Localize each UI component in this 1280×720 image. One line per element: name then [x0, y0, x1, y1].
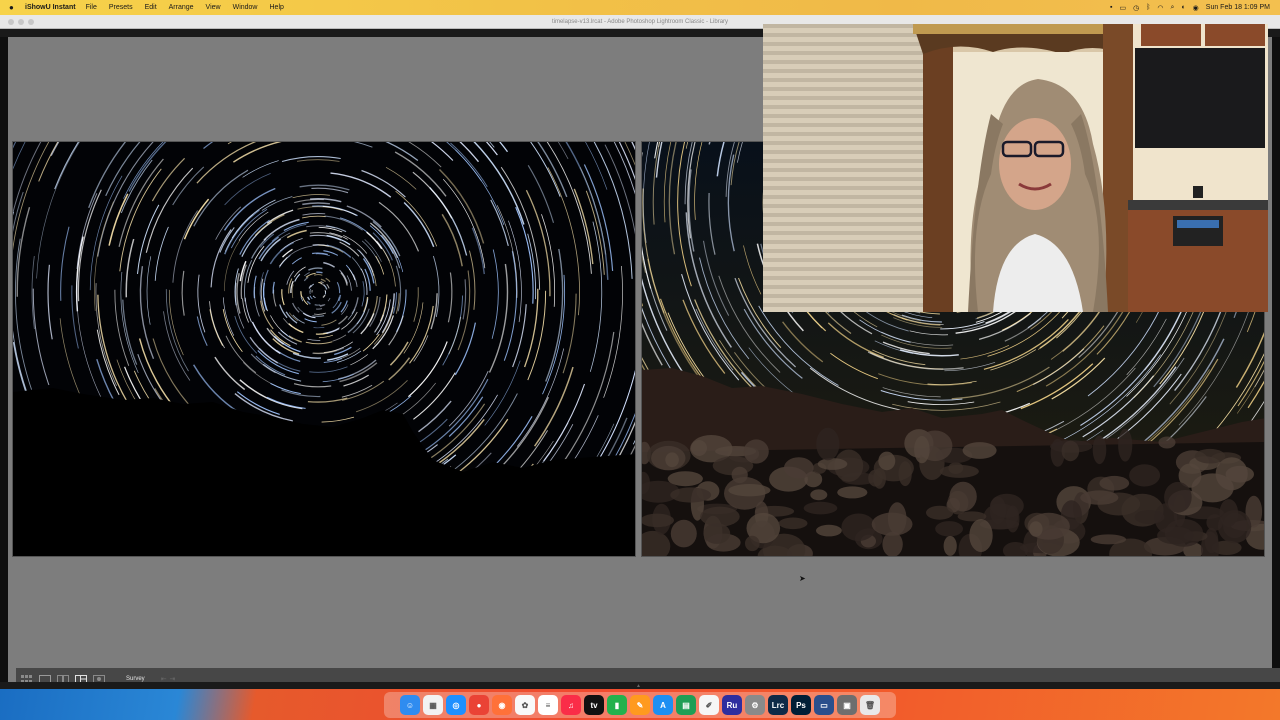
webcam-overlay [763, 24, 1268, 312]
menu-view[interactable]: View [206, 4, 221, 11]
safari-icon[interactable]: ◎ [446, 695, 466, 715]
notes-icon[interactable]: ≡ [538, 695, 558, 715]
window-controls [8, 19, 34, 25]
dock: ☺ ▦ ◎ ● ◉ ✿ ≡ ♫ tv ▮ ✎ A ▤ ✐ Ru ⚙ Lrc Ps ▭ ▣ 🗑 [384, 692, 896, 718]
survey-photo-star-trails-dark[interactable] [12, 141, 636, 557]
trash-icon[interactable]: 🗑 [860, 695, 880, 715]
window-title: timelapse-v13.lrcat - Adobe Photoshop Li… [551, 18, 729, 25]
tv-icon[interactable]: tv [584, 695, 604, 715]
close-window-icon[interactable] [8, 19, 14, 25]
photoshop-icon[interactable]: Ps [791, 695, 811, 715]
menu-bar: ● iShowU Instant File Presets Edit Arran… [0, 0, 1280, 15]
time-machine-icon[interactable]: ◷ [1133, 4, 1139, 12]
app-name-menu[interactable]: iShowU Instant [25, 4, 76, 11]
siri-icon[interactable]: ◉ [1193, 4, 1199, 12]
control-center-icon[interactable]: ◐ [1181, 4, 1185, 11]
menu-edit[interactable]: Edit [145, 4, 157, 11]
clock[interactable]: Sun Feb 18 1:09 PM [1206, 4, 1270, 11]
spotlight-search-icon[interactable]: ⌕ [1171, 4, 1175, 12]
wifi-icon[interactable]: ◠ [1157, 4, 1163, 12]
system-preferences-icon[interactable]: ⚙ [745, 695, 765, 715]
menu-window[interactable]: Window [233, 4, 258, 11]
menu-presets[interactable]: Presets [109, 4, 133, 11]
numbers-icon[interactable]: ▮ [607, 695, 627, 715]
ru-app-icon[interactable]: Ru [722, 695, 742, 715]
menu-help[interactable]: Help [270, 4, 284, 11]
bluetooth-icon[interactable]: ᛒ [1146, 4, 1150, 11]
lightroom-classic-icon[interactable]: Lrc [768, 695, 788, 715]
menu-arrange[interactable]: Arrange [169, 4, 194, 11]
firefox-icon[interactable]: ◉ [492, 695, 512, 715]
apple-menu-icon[interactable]: ● [9, 3, 19, 12]
battery-icon[interactable]: ▭ [1119, 4, 1126, 12]
pencil-app-icon[interactable]: ✐ [699, 695, 719, 715]
app-store-icon[interactable]: A [653, 695, 673, 715]
minimize-window-icon[interactable] [18, 19, 24, 25]
preview-icon[interactable]: ▣ [837, 695, 857, 715]
lightroom-window-icon[interactable]: ▭ [814, 695, 834, 715]
pages-icon[interactable]: ✎ [630, 695, 650, 715]
zoom-window-icon[interactable] [28, 19, 34, 25]
recording-icon[interactable]: ▪ [1110, 4, 1112, 11]
status-area: ▪ ▭ ◷ ᛒ ◠ ⌕ ◐ ◉ Sun Feb 18 1:09 PM [1110, 4, 1270, 12]
music-icon[interactable]: ♫ [561, 695, 581, 715]
launchpad-icon[interactable]: ▦ [423, 695, 443, 715]
chrome-icon[interactable]: ● [469, 695, 489, 715]
photos-icon[interactable]: ✿ [515, 695, 535, 715]
mouse-cursor-icon: ➤ [799, 574, 806, 583]
menu-file[interactable]: File [86, 4, 97, 11]
spreadsheet-icon[interactable]: ▤ [676, 695, 696, 715]
presenter-webcam-image [763, 24, 1268, 312]
star-trails-image-left [13, 142, 635, 556]
finder-icon[interactable]: ☺ [400, 695, 420, 715]
